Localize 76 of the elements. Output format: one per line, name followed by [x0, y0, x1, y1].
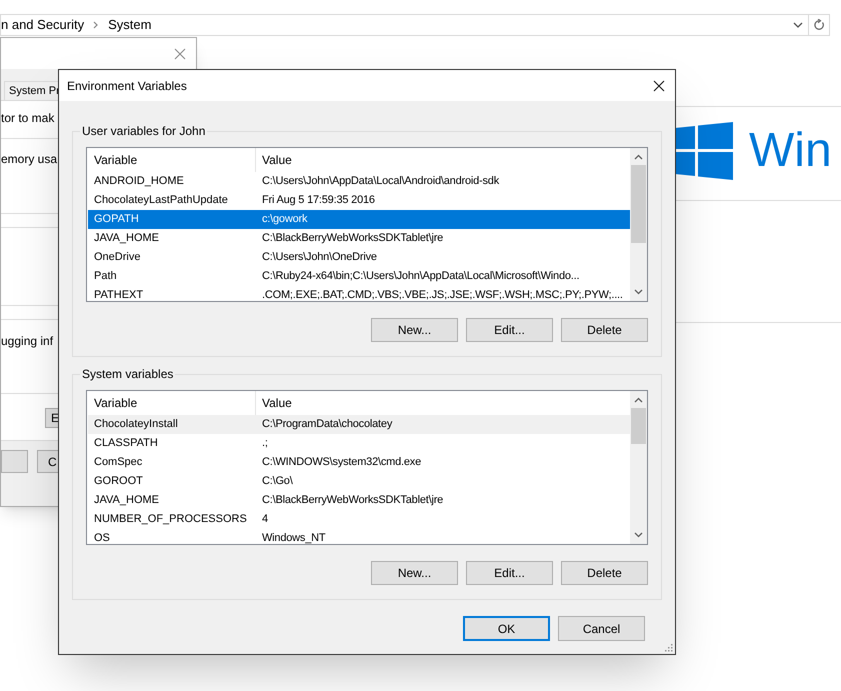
resize-grip-icon[interactable] — [664, 643, 673, 652]
variable-value: Windows_NT — [261, 531, 326, 544]
variable-value: 4 — [261, 512, 268, 527]
description-text: ugging inf — [1, 333, 54, 350]
dialog-button[interactable]: OK — [463, 616, 550, 641]
variable-name: Path — [93, 269, 117, 284]
scroll-down-icon[interactable] — [634, 289, 643, 295]
dialog-button[interactable]: New... — [371, 318, 458, 342]
breadcrumb[interactable]: n and Security — [1, 15, 84, 35]
variable-value: C:\BlackBerryWebWorksSDKTablet\jre — [261, 231, 444, 246]
breadcrumb[interactable]: System — [108, 15, 152, 35]
dropdown-chevron-icon[interactable] — [793, 22, 803, 28]
column-header[interactable]: Value — [256, 148, 630, 172]
variable-row[interactable]: GOPATH c:\gowork — [88, 210, 630, 229]
dialog-button[interactable]: Edit... — [466, 561, 553, 585]
description-text: emory usa — [1, 151, 58, 168]
variable-row[interactable]: CLASSPATH .; — [88, 434, 630, 453]
group-title: System variables — [80, 366, 176, 382]
variable-value: C:\ProgramData\chocolatey — [261, 417, 392, 432]
variable-name: ANDROID_HOME — [93, 174, 184, 189]
scrollbar[interactable] — [630, 391, 647, 544]
dialog-button[interactable]: Edit... — [466, 318, 553, 342]
variable-row[interactable]: JAVA_HOME C:\BlackBerryWebWorksSDKTablet\jre — [88, 229, 630, 248]
variable-name: ComSpec — [93, 455, 142, 470]
variable-row[interactable]: Path C:\Ruby24-x64\bin;C:\Users\John\AppData\Local\Microsoft\Windo... — [88, 267, 630, 286]
variable-row[interactable]: GOROOT C:\Go\ — [88, 472, 630, 491]
dialog-button[interactable]: New... — [371, 561, 458, 585]
dialog-button[interactable]: Cancel — [558, 616, 645, 641]
close-icon[interactable] — [653, 80, 665, 92]
window-title: Environment Variables — [67, 78, 187, 94]
variable-row[interactable]: NUMBER_OF_PROCESSORS 4 — [88, 510, 630, 529]
variable-row[interactable]: JAVA_HOME C:\BlackBerryWebWorksSDKTablet\jre — [88, 491, 630, 510]
column-header[interactable]: Variable — [88, 148, 256, 172]
chevron-right-icon — [93, 21, 100, 29]
variable-name: OneDrive — [93, 250, 140, 265]
variable-value: C:\Ruby24-x64\bin;C:\Users\John\AppData\Local\Microsoft\Windo... — [261, 269, 580, 284]
description-text: tor to mak — [1, 110, 54, 127]
scrollbar[interactable] — [630, 148, 647, 301]
variable-row[interactable]: ChocolateyInstall C:\ProgramData\chocolatey — [88, 415, 630, 434]
variable-row[interactable]: ANDROID_HOME C:\Users\John\AppData\Local\Android\android-sdk — [88, 172, 630, 191]
variable-name: PATHEXT — [93, 288, 144, 301]
variable-name: GOPATH — [93, 212, 139, 227]
variable-name: ChocolateyInstall — [93, 417, 178, 432]
scrollbar-thumb[interactable] — [631, 165, 646, 243]
variable-value: C:\Users\John\AppData\Local\Android\android-sdk — [261, 174, 500, 189]
column-header[interactable]: Value — [256, 391, 630, 415]
variable-name: NUMBER_OF_PROCESSORS — [93, 512, 247, 527]
scroll-up-icon[interactable] — [634, 397, 643, 403]
variable-value: Fri Aug 5 17:59:35 2016 — [261, 193, 375, 208]
scroll-up-icon[interactable] — [634, 154, 643, 160]
scroll-down-icon[interactable] — [634, 532, 643, 538]
variable-row[interactable]: ComSpec C:\WINDOWS\system32\cmd.exe — [88, 453, 630, 472]
variable-name: GOROOT — [93, 474, 143, 489]
dialog-button[interactable]: Delete — [561, 561, 648, 585]
windows-logo-icon — [675, 122, 733, 180]
variable-name: ChocolateyLastPathUpdate — [93, 193, 228, 208]
variable-value: C:\BlackBerryWebWorksSDKTablet\jre — [261, 493, 444, 508]
variable-value: C:\WINDOWS\system32\cmd.exe — [261, 455, 422, 470]
variable-name: JAVA_HOME — [93, 493, 159, 508]
variable-value: c:\gowork — [261, 212, 308, 227]
variable-name: JAVA_HOME — [93, 231, 159, 246]
scrollbar-thumb[interactable] — [631, 408, 646, 444]
variable-row[interactable]: OneDrive C:\Users\John\OneDrive — [88, 248, 630, 267]
variable-value: C:\Users\John\OneDrive — [261, 250, 377, 265]
brand-text: Win — [749, 124, 832, 178]
variable-value: .COM;.EXE;.BAT;.CMD;.VBS;.VBE;.JS;.JSE;.WSF;.WSH;.MSC;.PY;.PYW;.... — [261, 288, 623, 301]
variable-row[interactable]: OS Windows_NT — [88, 529, 630, 544]
variable-value: C:\Go\ — [261, 474, 293, 489]
variable-name: CLASSPATH — [93, 436, 158, 451]
address-bar[interactable]: n and Security System — [0, 14, 830, 36]
dialog-button[interactable]: Delete — [561, 318, 648, 342]
refresh-icon[interactable] — [813, 19, 825, 31]
variable-value: .; — [261, 436, 268, 451]
variable-row[interactable]: PATHEXT .COM;.EXE;.BAT;.CMD;.VBS;.VBE;.JS;.JSE;.WSF;.WSH;.MSC;.PY;.PYW;.... — [88, 286, 630, 301]
variable-row[interactable]: ChocolateyLastPathUpdate Fri Aug 5 17:59:35 2016 — [88, 191, 630, 210]
variable-name: OS — [93, 531, 110, 544]
